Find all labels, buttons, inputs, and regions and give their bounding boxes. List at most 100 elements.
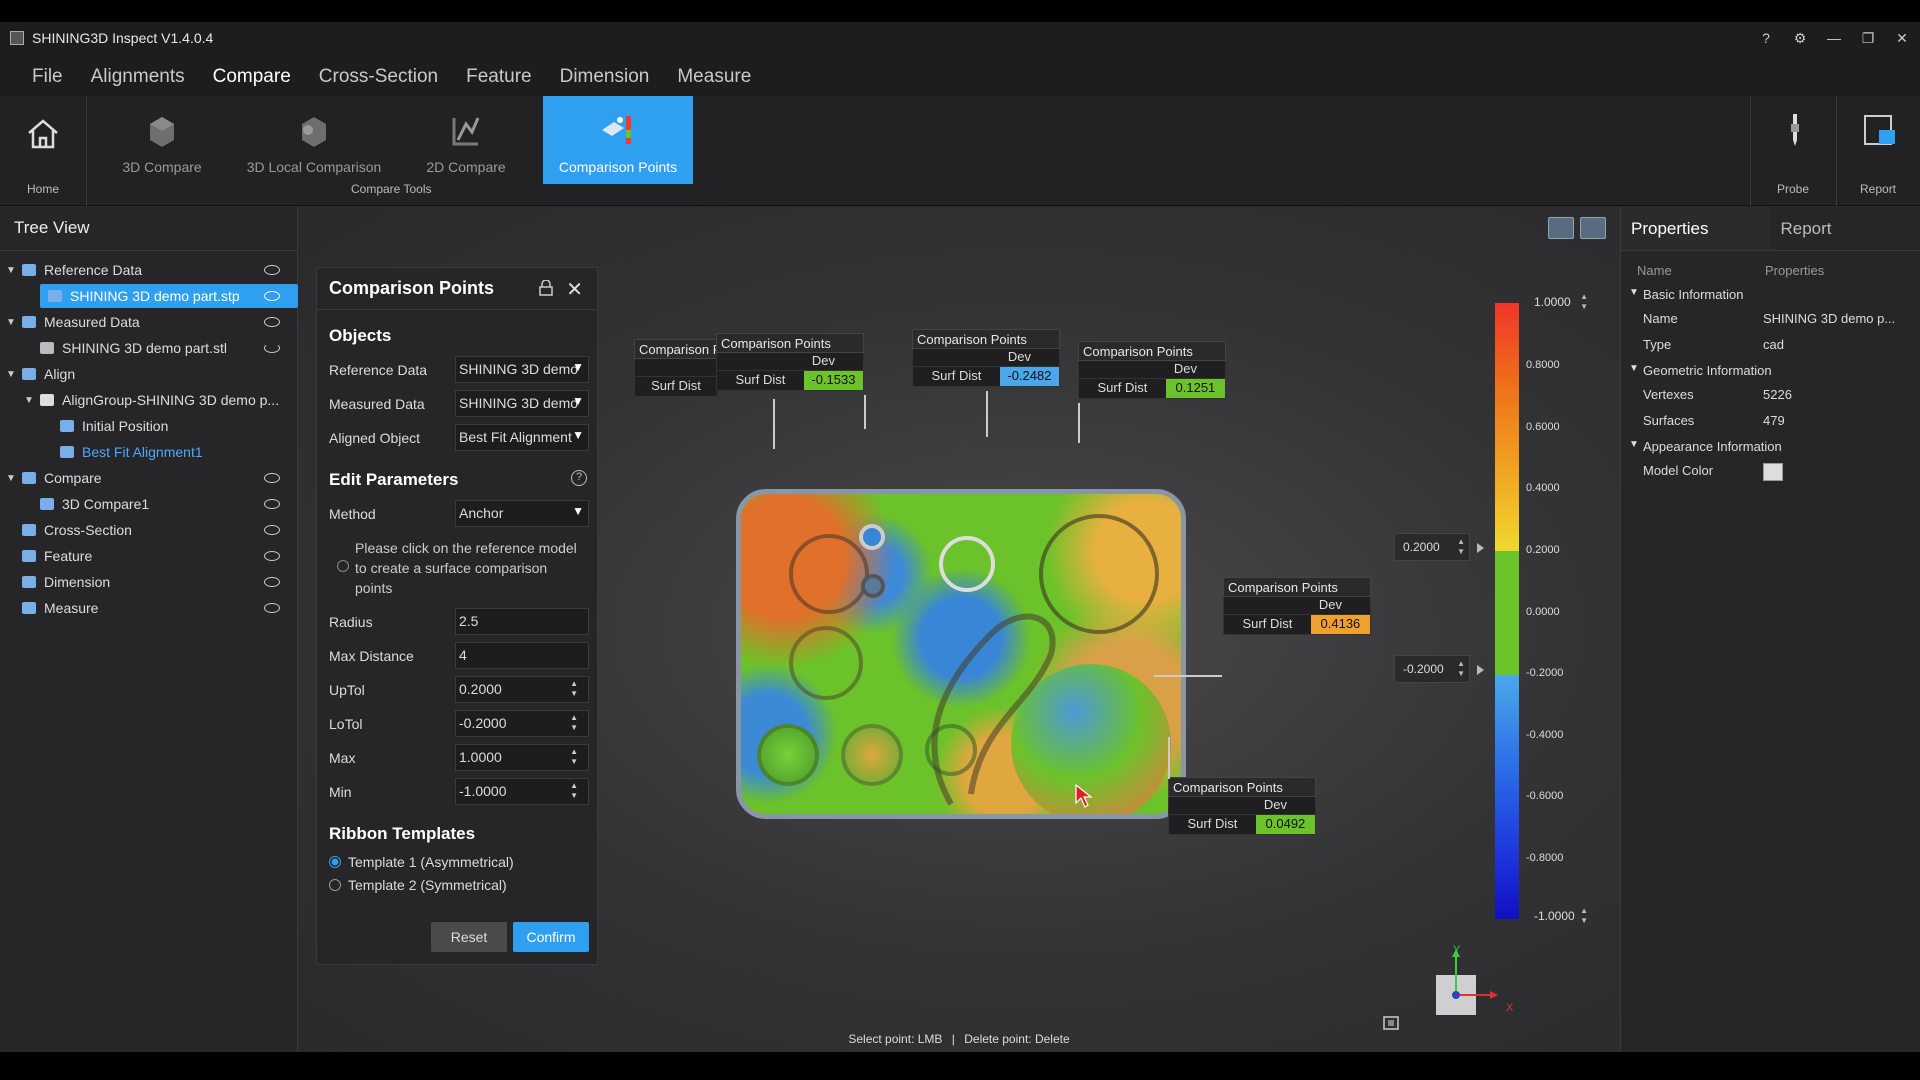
tab-report[interactable]: Report [1771,207,1920,250]
confirm-button[interactable]: Confirm [513,922,589,952]
expand-arrow-icon[interactable]: ▼ [1629,439,1639,450]
part-model-deviation-map[interactable] [736,489,1186,819]
tree-item-initial-position[interactable]: Initial Position [0,414,298,438]
radio-unselected-icon [329,879,341,891]
expand-arrow-icon[interactable]: ▼ [1629,363,1639,374]
tool-comparison-points[interactable]: Comparison Points [543,96,693,184]
tree-item-reference-data[interactable]: ▼ Reference Data [0,258,298,282]
menu-compare[interactable]: Compare [213,66,291,96]
expand-arrow-icon[interactable]: ▼ [6,265,18,276]
spin-arrows-icon[interactable]: ▲ ▼ [1580,292,1588,312]
lotol-input[interactable]: -0.2000 ▲ ▼ [455,710,589,737]
settings-gear-icon[interactable]: ⚙ [1792,30,1808,47]
callout-comparison-point-3[interactable]: Comparison Points Dev Surf Dist 0.1251 [1078,341,1226,399]
axis-gizmo[interactable] [1416,945,1506,1025]
visibility-eye-icon[interactable] [264,577,280,587]
callout-comparison-point-4[interactable]: Comparison Points Dev Surf Dist 0.4136 [1223,577,1371,635]
visibility-eye-icon[interactable] [264,291,280,301]
reset-button[interactable]: Reset [431,922,507,952]
home-button[interactable] [14,118,72,153]
tree-item-cross-section[interactable]: Cross-Section [0,518,298,542]
visibility-eye-icon[interactable] [264,525,280,535]
spin-arrows-icon[interactable]: ▲ ▼ [1457,659,1465,679]
tree-item-compare[interactable]: ▼ Compare [0,466,298,490]
tree-item-measure[interactable]: Measure [0,596,298,620]
uptol-spinbox[interactable]: 0.2000 ▲ ▼ [1394,533,1470,561]
menu-dimension[interactable]: Dimension [560,66,650,96]
method-select[interactable]: Anchor ▼ [455,500,589,527]
reference-data-select[interactable]: SHINING 3D demo ▼ [455,356,589,383]
callout-comparison-point-1[interactable]: Comparison Points Dev Surf Dist -0.1533 [716,333,864,391]
tree-item-align-group[interactable]: ▼ AlignGroup-SHINING 3D demo p... [0,388,298,412]
spin-arrows-icon[interactable]: ▲ ▼ [1457,537,1465,557]
menu-feature[interactable]: Feature [466,66,531,96]
aligned-object-select[interactable]: Best Fit Alignment ▼ [455,424,589,451]
max-input[interactable]: 1.0000 ▲ ▼ [455,744,589,771]
maximize-button[interactable]: ❐ [1860,30,1876,47]
minimize-button[interactable]: — [1826,30,1842,46]
close-window-button[interactable]: ✕ [1894,30,1910,47]
help-icon[interactable]: ? [1758,30,1774,46]
callout-comparison-point-2[interactable]: Comparison Points Dev Surf Dist -0.2482 [912,329,1060,387]
lotol-spinbox[interactable]: -0.2000 ▲ ▼ [1394,655,1470,683]
spin-arrows-icon[interactable]: ▲ ▼ [570,679,578,699]
visibility-hidden-eye-icon[interactable] [264,343,280,353]
report-button[interactable] [1846,96,1912,184]
callout-comparison-point-5[interactable]: Comparison Points Dev Surf Dist 0.0492 [1168,777,1316,835]
tree-item-3d-compare1[interactable]: 3D Compare1 [0,492,298,516]
template-2-radio[interactable]: Template 2 (Symmetrical) [329,877,507,893]
visibility-eye-icon[interactable] [264,603,280,613]
spin-arrows-icon[interactable]: ▲ ▼ [570,781,578,801]
template-1-label: Template 1 (Asymmetrical) [348,854,514,870]
home-label: Home [27,182,60,196]
fit-view-icon[interactable] [1382,1015,1400,1031]
tab-properties[interactable]: Properties [1621,207,1771,250]
tree-item-dimension[interactable]: Dimension [0,570,298,594]
expand-arrow-icon[interactable]: ▼ [6,473,18,484]
tree-item-measured-data[interactable]: ▼ Measured Data [0,310,298,334]
spin-arrows-icon[interactable]: ▲ ▼ [1580,906,1588,926]
tool-3d-local-comparison[interactable]: 3D Local Comparison [244,96,384,184]
callout-dev-header: Dev [1168,797,1316,815]
tree-item-best-fit-alignment[interactable]: Best Fit Alignment1 [0,440,298,464]
colorbar-min-spinbox[interactable]: -1.0000 ▲ ▼ [1526,903,1592,931]
menu-alignments[interactable]: Alignments [91,66,185,96]
help-question-icon[interactable]: ? [571,470,587,486]
max-distance-input[interactable]: 4 [455,642,589,669]
uptol-input[interactable]: 0.2000 ▲ ▼ [455,676,589,703]
tree-item-feature[interactable]: Feature [0,544,298,568]
view-mode-dropdown-icon[interactable] [1580,217,1606,239]
expand-arrow-icon[interactable]: ▼ [6,369,18,380]
probe-button[interactable] [1760,96,1830,184]
callout-comparison-point-partial[interactable]: Comparison F Surf Dist [634,339,718,397]
min-input[interactable]: -1.0000 ▲ ▼ [455,778,589,805]
menu-file[interactable]: File [32,66,63,96]
colorbar-max-spinbox[interactable]: 1.0000 ▲ ▼ [1526,289,1592,317]
expand-arrow-icon[interactable]: ▼ [6,317,18,328]
tree-item-align[interactable]: ▼ Align [0,362,298,386]
lock-icon[interactable] [539,280,553,296]
probe-icon [1791,114,1799,146]
visibility-eye-icon[interactable] [264,317,280,327]
template-1-radio[interactable]: Template 1 (Asymmetrical) [329,854,514,870]
expand-arrow-icon[interactable]: ▼ [24,395,36,406]
measured-data-select[interactable]: SHINING 3D demo ▼ [455,390,589,417]
tool-3d-local-comparison-label: 3D Local Comparison [246,159,382,175]
view-display-icon[interactable] [1548,217,1574,239]
tool-3d-compare[interactable]: 3D Compare [110,96,214,184]
visibility-eye-icon[interactable] [264,551,280,561]
tool-2d-compare[interactable]: 2D Compare [416,96,516,184]
spin-arrows-icon[interactable]: ▲ ▼ [570,747,578,767]
close-dialog-icon[interactable]: ✕ [566,277,583,302]
tree-item-measured-stl[interactable]: SHINING 3D demo part.stl [0,336,298,360]
radius-input[interactable]: 2.5 [455,608,589,635]
spin-arrows-icon[interactable]: ▲ ▼ [570,713,578,733]
visibility-eye-icon[interactable] [264,265,280,275]
visibility-eye-icon[interactable] [264,473,280,483]
visibility-eye-icon[interactable] [264,499,280,509]
menu-cross-section[interactable]: Cross-Section [319,66,438,96]
model-color-swatch[interactable] [1763,463,1783,481]
tree-item-reference-stp[interactable]: SHINING 3D demo part.stp [40,284,298,308]
expand-arrow-icon[interactable]: ▼ [1629,287,1639,298]
menu-measure[interactable]: Measure [677,66,751,96]
